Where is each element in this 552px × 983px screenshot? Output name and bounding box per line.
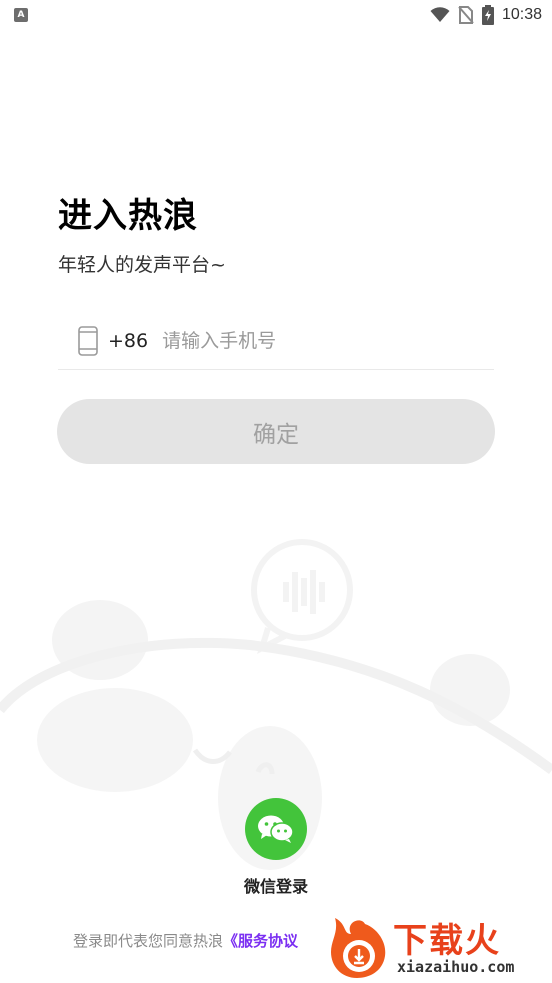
notification-a-icon: A xyxy=(14,8,28,22)
watermark-url: xiazaihuo.com xyxy=(397,958,515,976)
flame-logo-icon xyxy=(331,918,386,978)
no-sim-icon xyxy=(458,6,474,24)
mobile-phone-icon xyxy=(78,325,100,357)
agreement-text: 登录即代表您同意热浪《服务协议 xyxy=(73,930,298,951)
service-agreement-link[interactable]: 《服务协议 xyxy=(223,932,298,950)
battery-charging-icon xyxy=(481,5,494,25)
status-icons: 10:38 xyxy=(430,5,542,25)
phone-input-row: +86 xyxy=(58,312,494,370)
wechat-login-label: 微信登录 xyxy=(243,877,308,896)
status-bar: A 10:38 xyxy=(0,0,552,32)
wechat-icon xyxy=(258,815,294,843)
wechat-login-button[interactable] xyxy=(245,798,307,860)
confirm-button[interactable]: 确定 xyxy=(57,399,495,464)
watermark-brand: 下载火 xyxy=(393,921,501,961)
page-title: 进入热浪 xyxy=(58,196,198,236)
page-subtitle: 年轻人的发声平台~ xyxy=(58,254,226,276)
clock: 10:38 xyxy=(501,6,542,23)
country-code-selector[interactable]: +86 xyxy=(108,330,148,352)
phone-number-input[interactable] xyxy=(162,329,463,352)
wifi-icon xyxy=(430,7,450,22)
agreement-prefix: 登录即代表您同意热浪 xyxy=(73,932,224,950)
watermark-logo: 下载火 xiazaihuo.com xyxy=(325,908,552,983)
